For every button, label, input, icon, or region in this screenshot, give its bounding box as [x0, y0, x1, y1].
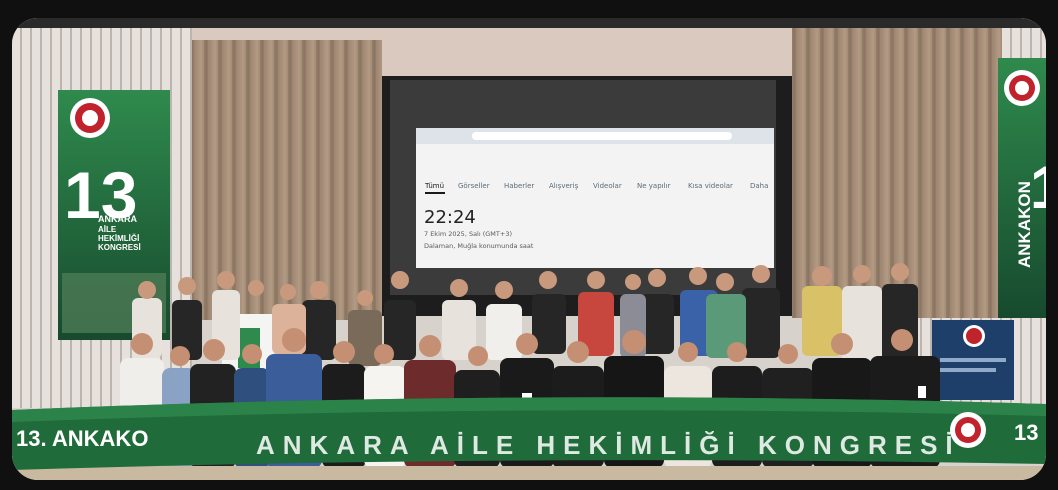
screen-tab-5: Ne yapılır — [637, 182, 670, 190]
screen-tab-1: Görseller — [458, 182, 490, 190]
screen-date: 7 Ekim 2025, Salı (GMT+3) — [424, 230, 512, 238]
left-banner-line3: HEKİMLİĞİ — [98, 234, 139, 243]
right-banner-number: 1 — [1030, 154, 1046, 221]
left-banner-line1: ANKARA — [98, 214, 137, 224]
right-congress-banner: ANKAKON 1 — [998, 58, 1046, 318]
front-banner-center-text: ANKARA AİLE HEKİMLİĞİ KONGRESİ — [256, 430, 961, 460]
front-stage-banner: 13. ANKAKO ANKARA AİLE HEKİMLİĞİ KONGRES… — [12, 397, 1046, 470]
photo-frame: Tümü Görseller Haberler Alışveriş Videol… — [12, 18, 1046, 480]
stand-banner — [932, 320, 1014, 400]
screen-tab-3: Alışveriş — [549, 182, 579, 190]
screen-tabs: Tümü Görseller Haberler Alışveriş Videol… — [424, 182, 768, 190]
screen-tab-4: Videolar — [593, 182, 622, 190]
left-banner-line2: AİLE — [98, 225, 117, 234]
group-photo: Tümü Görseller Haberler Alışveriş Videol… — [12, 18, 1046, 480]
left-banner-line4: KONGRESİ — [98, 243, 141, 252]
screen-location: Dalaman, Muğla konumunda saat — [424, 242, 534, 250]
screen-time: 22:24 — [424, 207, 476, 228]
screen-tab-0: Tümü — [424, 182, 444, 190]
front-banner-right-number: 13 — [1014, 420, 1038, 445]
screen-tab-2: Haberler — [504, 182, 534, 190]
screen-tab-7: Daha — [750, 182, 768, 190]
screen-tab-6: Kısa videolar — [688, 182, 733, 190]
front-banner-left-text: 13. ANKAKO — [16, 426, 148, 451]
